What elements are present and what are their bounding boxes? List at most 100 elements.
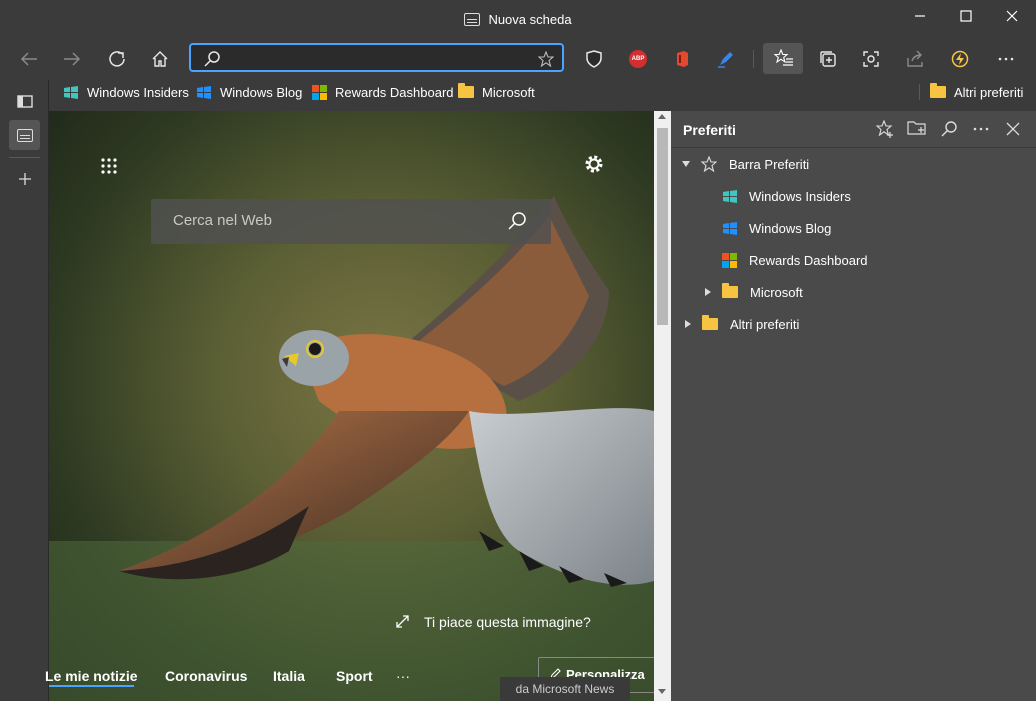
search-icon xyxy=(941,121,957,137)
settings-more-button[interactable] xyxy=(990,44,1022,74)
more-horizontal-icon xyxy=(998,57,1014,61)
fav-label: Windows Insiders xyxy=(87,84,189,100)
lightning-icon xyxy=(951,50,969,68)
panel-add-favorite-button[interactable] xyxy=(876,120,894,138)
maximize-icon xyxy=(960,10,972,22)
scrollbar-thumb[interactable] xyxy=(657,128,668,325)
favorites-list-icon xyxy=(774,49,793,66)
new-tab-button[interactable] xyxy=(9,164,40,194)
search-icon xyxy=(508,212,526,230)
office-extension-button[interactable] xyxy=(666,44,698,74)
microsoft-logo-icon xyxy=(722,252,737,268)
expand-diagonal-icon xyxy=(396,615,409,628)
expand-arrow-icon[interactable] xyxy=(705,288,711,296)
share-button[interactable] xyxy=(899,44,931,74)
active-news-tab-underline xyxy=(49,685,134,687)
home-icon xyxy=(152,51,168,67)
tab-nuova-scheda[interactable] xyxy=(9,120,40,150)
tree-label: Barra Preferiti xyxy=(729,156,810,172)
window-title-area: Nuova scheda xyxy=(0,0,1036,38)
more-horizontal-icon xyxy=(973,127,989,131)
add-favorite-star-icon[interactable] xyxy=(538,51,554,67)
collections-button[interactable] xyxy=(812,44,844,74)
news-tab-sport[interactable]: Sport xyxy=(336,668,373,684)
window-title: Nuova scheda xyxy=(488,11,572,27)
folder-icon xyxy=(722,283,738,298)
address-input[interactable] xyxy=(227,48,531,69)
pen-extension-button[interactable] xyxy=(710,44,742,74)
image-like-prompt[interactable]: Ti piace questa immagine? xyxy=(424,614,591,630)
star-icon xyxy=(701,156,717,172)
tab-icon xyxy=(464,12,481,26)
tree-label: Rewards Dashboard xyxy=(749,252,868,268)
favorites-button[interactable] xyxy=(763,43,803,74)
panel-search-button[interactable] xyxy=(940,120,958,138)
refresh-button[interactable] xyxy=(101,44,133,74)
plus-icon xyxy=(18,173,31,185)
tree-item-microsoft-folder[interactable]: Microsoft xyxy=(671,277,803,307)
maximize-button[interactable] xyxy=(943,0,989,32)
minimize-button[interactable] xyxy=(897,0,943,32)
adblock-plus-button[interactable]: ABP xyxy=(622,44,654,74)
scroll-down-arrow-icon[interactable] xyxy=(658,689,666,694)
tab-actions-icon xyxy=(16,94,33,108)
tree-item-windows-blog[interactable]: Windows Blog xyxy=(671,213,831,243)
panel-add-folder-button[interactable] xyxy=(907,120,927,136)
news-tab-italia[interactable]: Italia xyxy=(273,668,305,684)
fav-label: Windows Blog xyxy=(220,84,303,100)
tab-actions-button[interactable] xyxy=(9,86,40,116)
expand-image-icon[interactable] xyxy=(395,614,410,629)
news-tab-my-news[interactable]: Le mie notizie xyxy=(45,668,138,684)
fav-label: Rewards Dashboard xyxy=(335,84,454,100)
tree-item-altri-preferiti[interactable]: Altri preferiti xyxy=(671,309,799,339)
panel-close-button[interactable] xyxy=(1006,122,1020,136)
fav-rewards-dashboard[interactable]: Rewards Dashboard xyxy=(312,80,454,104)
fav-other-favorites[interactable]: Altri preferiti xyxy=(930,80,1023,104)
fav-windows-insiders[interactable]: Windows Insiders xyxy=(63,80,189,104)
tree-item-rewards-dashboard[interactable]: Rewards Dashboard xyxy=(671,245,868,275)
windows-logo-icon xyxy=(197,85,211,99)
close-window-button[interactable] xyxy=(989,0,1035,32)
expand-arrow-icon[interactable] xyxy=(685,320,691,328)
fav-microsoft-folder[interactable]: Microsoft xyxy=(458,80,535,104)
windows-logo-icon xyxy=(723,221,737,235)
tree-item-windows-insiders[interactable]: Windows Insiders xyxy=(671,181,851,211)
panel-more-button[interactable] xyxy=(972,126,990,132)
favorites-panel-title: Preferiti xyxy=(683,122,736,138)
shield-extension-button[interactable] xyxy=(578,44,610,74)
office-icon xyxy=(677,51,688,67)
shield-icon xyxy=(586,50,602,68)
home-button[interactable] xyxy=(144,44,176,74)
fav-label: Microsoft xyxy=(482,84,535,100)
collapse-arrow-icon[interactable] xyxy=(682,161,690,167)
close-icon xyxy=(1006,10,1018,22)
forward-button[interactable] xyxy=(56,44,88,74)
scroll-up-arrow-icon[interactable] xyxy=(658,114,666,119)
tab-icon xyxy=(16,128,33,142)
pen-icon xyxy=(718,52,733,68)
folder-icon xyxy=(702,315,718,330)
collections-icon xyxy=(820,51,836,67)
apps-launcher-button[interactable] xyxy=(100,157,118,175)
star-plus-icon xyxy=(876,120,893,138)
news-more-button[interactable]: ··· xyxy=(396,668,410,684)
web-search-submit[interactable] xyxy=(507,211,527,231)
tree-item-barra-preferiti[interactable]: Barra Preferiti xyxy=(671,149,809,179)
back-button[interactable] xyxy=(13,44,45,74)
address-bar[interactable] xyxy=(189,43,564,72)
screenshot-button[interactable] xyxy=(855,44,887,74)
news-source-label: da Microsoft News xyxy=(500,677,630,701)
apps-grid-icon xyxy=(101,158,117,174)
arrow-right-icon xyxy=(64,52,81,66)
gear-icon xyxy=(585,155,603,173)
web-capture-icon xyxy=(863,51,879,67)
fav-label: Altri preferiti xyxy=(954,84,1024,100)
tree-label: Windows Insiders xyxy=(749,188,851,204)
favbar-separator xyxy=(919,84,920,100)
fav-windows-blog[interactable]: Windows Blog xyxy=(196,80,302,104)
performance-extension-button[interactable] xyxy=(944,44,976,74)
page-settings-button[interactable] xyxy=(583,153,605,175)
news-tab-coronavirus[interactable]: Coronavirus xyxy=(165,668,247,684)
share-icon xyxy=(907,50,923,67)
microsoft-logo-icon xyxy=(312,84,327,100)
